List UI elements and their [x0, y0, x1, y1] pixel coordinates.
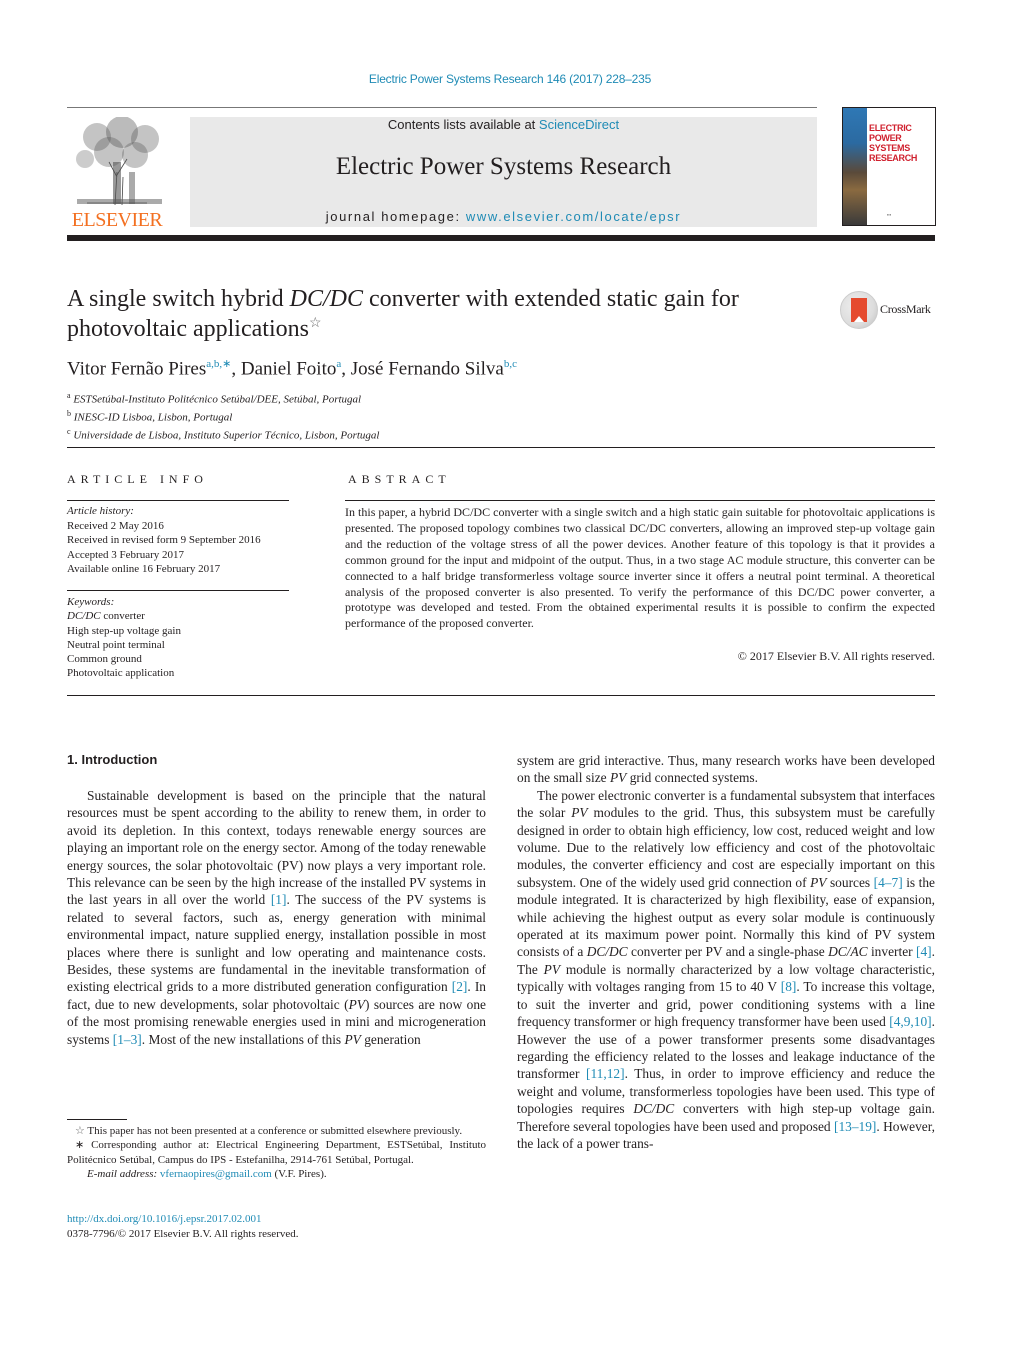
doi-block: http://dx.doi.org/10.1016/j.epsr.2017.02…: [67, 1212, 299, 1241]
footnote-corresponding: ∗ Corresponding author at: Electrical En…: [67, 1139, 486, 1166]
paragraph: system are grid interactive. Thus, many …: [517, 753, 935, 786]
crossmark-icon: [840, 291, 878, 329]
paragraph: Sustainable development is based on the …: [67, 788, 487, 1047]
header-thick-rule: [67, 235, 935, 241]
elsevier-tree-icon: [67, 116, 167, 209]
sciencedirect-link[interactable]: ScienceDirect: [539, 117, 619, 132]
history-item: Available online 16 February 2017: [67, 563, 221, 575]
citation-link[interactable]: [1]: [271, 892, 287, 907]
title-part-1: A single switch hybrid: [67, 286, 290, 312]
abstract-copyright: © 2017 Elsevier B.V. All rights reserved…: [737, 649, 935, 663]
title-italic: DC/DC: [289, 286, 364, 312]
article-history: Article history: Received 2 May 2016 Rec…: [67, 504, 261, 577]
keyword-item: Common ground: [67, 653, 142, 666]
abstract-bottom-rule: [67, 695, 935, 696]
citation-link[interactable]: [4–7]: [874, 875, 903, 890]
keywords-rule: [67, 590, 289, 591]
crossmark-button[interactable]: CrossMark: [840, 291, 940, 329]
history-item: Received 2 May 2016: [67, 519, 164, 532]
citation-link[interactable]: [11,12]: [586, 1066, 625, 1081]
keyword-item: High step-up voltage gain: [67, 624, 181, 637]
author-affiliation-marks[interactable]: b,c: [504, 358, 517, 370]
keywords: Keywords: DC/DC converter High step-up v…: [67, 595, 181, 681]
footnote-star: ☆ This paper has not been presented at a…: [75, 1125, 463, 1137]
citation-link[interactable]: [2]: [452, 979, 468, 994]
history-label: Article history:: [67, 505, 134, 517]
footnotes: ☆ This paper has not been presented at a…: [67, 1124, 486, 1181]
homepage-link[interactable]: www.elsevier.com/locate/epsr: [466, 209, 681, 224]
footnote-star-icon: ☆: [75, 1125, 85, 1137]
citation-link[interactable]: [4]: [916, 944, 932, 959]
cover-title-line1: ELECTRIC POWER: [869, 123, 912, 143]
cover-title: ELECTRIC POWER SYSTEMS RESEARCH: [869, 123, 935, 163]
homepage-prefix: journal homepage:: [325, 209, 466, 224]
title-footnote-star-icon[interactable]: ☆: [309, 316, 322, 331]
citation-link[interactable]: [1–3]: [113, 1032, 142, 1047]
journal-homepage: journal homepage: www.elsevier.com/locat…: [190, 209, 817, 224]
section-heading-introduction: 1. Introduction: [67, 752, 158, 767]
abstract-heading: ABSTRACT: [348, 472, 451, 486]
footnote-email: E-mail address: vfernaopires@gmail.com (…: [87, 1167, 327, 1180]
citation-link[interactable]: [4,9,10]: [889, 1014, 931, 1029]
contents-line: Contents lists available at ScienceDirec…: [190, 117, 817, 132]
abstract-rule: [345, 500, 935, 501]
journal-header-box: Contents lists available at ScienceDirec…: [190, 117, 817, 227]
affiliation-item: b INESC-ID Lisboa, Lisbon, Portugal: [67, 409, 233, 424]
article-info-heading: ARTICLE INFO: [67, 472, 208, 486]
footnote-rule: [67, 1119, 127, 1120]
affiliation-list: a ESTSetúbal-Instituto Politécnico Setúb…: [67, 389, 379, 443]
body-column-right: system are grid interactive. Thus, many …: [517, 752, 935, 1152]
issn-copyright: 0378-7796/© 2017 Elsevier B.V. All right…: [67, 1227, 299, 1240]
elsevier-logo[interactable]: ELSEVIER: [67, 116, 167, 231]
article-title: A single switch hybrid DC/DC converter w…: [67, 284, 827, 344]
citation-link[interactable]: [13–19]: [834, 1119, 876, 1134]
elsevier-wordmark: ELSEVIER: [71, 209, 163, 231]
body-column-left: Sustainable development is based on the …: [67, 787, 486, 1048]
keyword-item: Neutral point terminal: [67, 638, 165, 651]
history-item: Received in revised form 9 September 201…: [67, 534, 261, 546]
cover-publisher-mark: ▪▪▪: [887, 212, 892, 217]
author-affiliation-marks[interactable]: a: [336, 358, 341, 370]
journal-cover-thumbnail[interactable]: ELECTRIC POWER SYSTEMS RESEARCH ▪▪▪: [842, 107, 936, 226]
citation-link[interactable]: [8]: [781, 979, 797, 994]
author-list: Vitor Fernão Piresa,b,∗, Daniel Foitoa, …: [67, 358, 517, 380]
article-info-rule: [67, 500, 289, 501]
cover-title-line2: SYSTEMS RESEARCH: [869, 143, 918, 163]
crossmark-label: CrossMark: [880, 302, 931, 316]
doi-link[interactable]: http://dx.doi.org/10.1016/j.epsr.2017.02…: [67, 1213, 261, 1225]
front-matter-divider: [67, 447, 935, 448]
keyword-item: DC/DC converter: [67, 610, 145, 623]
affiliation-item: a ESTSetúbal-Instituto Politécnico Setúb…: [67, 391, 362, 406]
keyword-item: Photovoltaic application: [67, 667, 175, 680]
journal-title: Electric Power Systems Research: [335, 153, 672, 180]
author-name[interactable]: Daniel Foito: [241, 358, 337, 379]
footnote-asterisk-icon: ∗: [75, 1139, 85, 1152]
cover-image-strip: [843, 108, 867, 225]
contents-prefix: Contents lists available at: [387, 117, 539, 132]
header-divider: [67, 107, 817, 108]
journal-reference-link[interactable]: Electric Power Systems Research 146 (201…: [0, 72, 1020, 86]
paragraph: The power electronic converter is a fund…: [517, 787, 936, 1151]
author-name[interactable]: José Fernando Silva: [351, 358, 504, 379]
email-link[interactable]: vfernaopires@gmail.com: [160, 1168, 272, 1180]
author-name[interactable]: Vitor Fernão Pires: [67, 358, 206, 379]
keywords-label: Keywords:: [67, 596, 115, 608]
abstract-text: In this paper, a hybrid DC/DC converter …: [345, 505, 935, 631]
history-item: Accepted 3 February 2017: [67, 548, 184, 561]
affiliation-item: c Universidade de Lisboa, Instituto Supe…: [67, 427, 380, 442]
author-affiliation-marks[interactable]: a,b,∗: [206, 358, 231, 370]
